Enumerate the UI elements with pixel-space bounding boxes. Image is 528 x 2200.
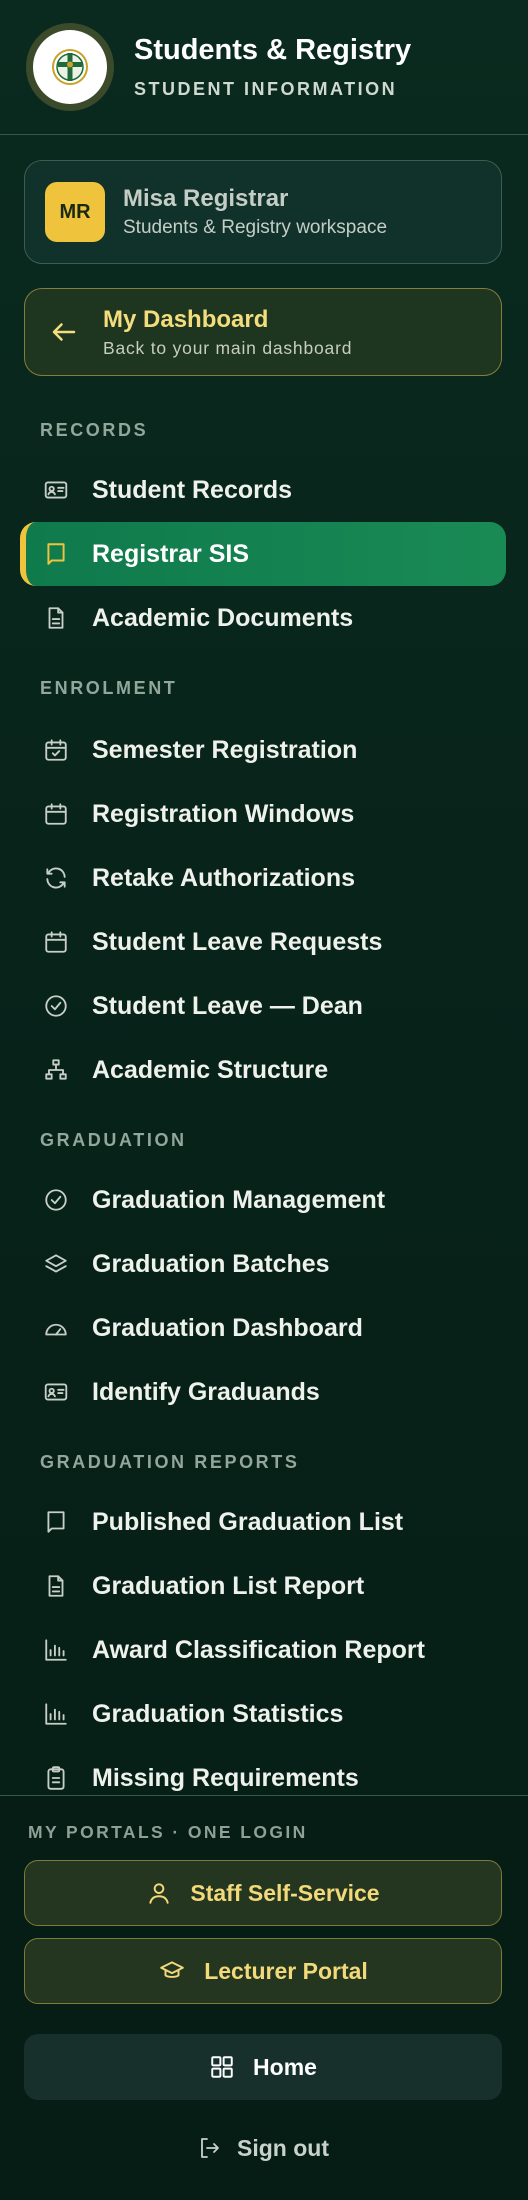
section-label-graduation-reports: GRADUATION REPORTS <box>40 1452 300 1472</box>
nav-item-award-classification-report[interactable]: Award Classification Report <box>20 1618 506 1682</box>
id-card-icon <box>42 476 70 504</box>
staff-self-service-button[interactable]: Staff Self-Service <box>24 1860 502 1926</box>
nav-item-student-records[interactable]: Student Records <box>20 458 506 522</box>
nav-item-retake-authorizations[interactable]: Retake Authorizations <box>20 846 506 910</box>
user-icon <box>149 1883 170 1904</box>
refresh-icon <box>42 864 70 892</box>
gauge-icon <box>42 1314 70 1342</box>
app-title: Students & Registry <box>134 34 412 66</box>
sidebar-footer: MY PORTALS · ONE LOGIN Staff Self-Servic… <box>0 1795 528 2200</box>
user-workspace: Students & Registry workspace <box>123 217 388 238</box>
document-icon <box>42 604 70 632</box>
nav-item-label: Student Records <box>92 475 293 504</box>
nav-item-graduation-management[interactable]: Graduation Management <box>20 1168 506 1232</box>
university-logo <box>26 23 114 111</box>
section-label-enrolment: ENROLMENT <box>40 678 178 698</box>
logout-icon <box>201 2138 219 2158</box>
dashboard-title: My Dashboard <box>103 305 269 333</box>
staff-self-service-label: Staff Self-Service <box>190 1879 380 1906</box>
nav-item-label: Graduation Statistics <box>92 1699 344 1728</box>
nav-item-label: Published Graduation List <box>92 1507 404 1536</box>
nav-item-academic-structure[interactable]: Academic Structure <box>20 1038 506 1102</box>
nav-item-label: Award Classification Report <box>92 1635 425 1664</box>
user-name: Misa Registrar <box>123 185 289 212</box>
lecturer-portal-label: Lecturer Portal <box>204 1957 368 1984</box>
nav-item-graduation-batches[interactable]: Graduation Batches <box>20 1232 506 1296</box>
id-card-icon <box>42 1378 70 1406</box>
nav-item-registration-windows[interactable]: Registration Windows <box>20 782 506 846</box>
check-circle-icon <box>42 992 70 1020</box>
nav-item-label: Semester Registration <box>92 735 358 764</box>
nav-item-student-leave-dean[interactable]: Student Leave — Dean <box>20 974 506 1038</box>
check-circle-icon <box>42 1186 70 1214</box>
nav-item-label: Retake Authorizations <box>92 863 356 892</box>
nav-item-label: Missing Requirements <box>92 1763 359 1792</box>
nav-item-published-graduation-list[interactable]: Published Graduation List <box>20 1490 506 1554</box>
nav-item-registrar-sis[interactable]: Registrar SIS <box>20 522 506 586</box>
nav-item-label: Graduation Management <box>92 1185 386 1214</box>
arrow-left-icon <box>52 323 76 341</box>
nav-item-graduation-dashboard[interactable]: Graduation Dashboard <box>20 1296 506 1360</box>
nav-item-student-leave-requests[interactable]: Student Leave Requests <box>20 910 506 974</box>
calendar-icon <box>42 928 70 956</box>
nav-item-label: Registration Windows <box>92 799 355 828</box>
sidebar-header: Students & Registry STUDENT INFORMATION <box>0 0 528 135</box>
avatar: MR <box>45 182 105 242</box>
nav-item-graduation-statistics[interactable]: Graduation Statistics <box>20 1682 506 1746</box>
my-dashboard-button[interactable]: My Dashboard Back to your main dashboard <box>24 288 502 376</box>
nav-item-label: Registrar SIS <box>92 539 250 568</box>
sidebar: Students & Registry STUDENT INFORMATION … <box>0 0 528 2200</box>
nav-item-label: Academic Documents <box>92 603 354 632</box>
book-icon <box>42 1508 70 1536</box>
section-label-graduation: GRADUATION <box>40 1130 187 1150</box>
nav-item-identify-graduands[interactable]: Identify Graduands <box>20 1360 506 1424</box>
nav-item-label: Graduation Batches <box>92 1249 330 1278</box>
nav-item-graduation-list-report[interactable]: Graduation List Report <box>20 1554 506 1618</box>
bar-chart-icon <box>42 1700 70 1728</box>
university-crest-icon <box>52 49 88 85</box>
lecturer-portal-button[interactable]: Lecturer Portal <box>24 1938 502 2004</box>
sign-out-label: Sign out <box>237 2134 329 2161</box>
nav-item-label: Student Leave Requests <box>92 927 383 956</box>
dashboard-subtitle: Back to your main dashboard <box>103 337 353 358</box>
org-chart-icon <box>42 1056 70 1084</box>
nav-item-label: Graduation Dashboard <box>92 1313 363 1342</box>
grid-icon <box>211 2056 233 2078</box>
bar-chart-icon <box>42 1636 70 1664</box>
nav-item-semester-registration[interactable]: Semester Registration <box>20 718 506 782</box>
graduation-cap-icon <box>160 1961 184 1978</box>
section-label-records: RECORDS <box>40 420 149 440</box>
home-label: Home <box>253 2053 317 2080</box>
document-icon <box>42 1572 70 1600</box>
calendar-icon <box>42 800 70 828</box>
nav-item-label: Identify Graduands <box>92 1377 320 1406</box>
user-card[interactable]: MR Misa Registrar Students & Registry wo… <box>24 160 502 264</box>
clipboard-icon <box>42 1764 70 1792</box>
calendar-check-icon <box>42 736 70 764</box>
nav-item-label: Student Leave — Dean <box>92 991 363 1020</box>
sign-out-button[interactable]: Sign out <box>24 2116 502 2180</box>
nav-item-academic-documents[interactable]: Academic Documents <box>20 586 506 650</box>
home-button[interactable]: Home <box>24 2034 502 2100</box>
nav-item-label: Academic Structure <box>92 1055 329 1084</box>
portals-label: MY PORTALS · ONE LOGIN <box>28 1822 308 1842</box>
book-icon <box>42 540 70 568</box>
app-subtitle: STUDENT INFORMATION <box>134 79 398 99</box>
nav-item-label: Graduation List Report <box>92 1571 365 1600</box>
layers-icon <box>42 1250 70 1278</box>
